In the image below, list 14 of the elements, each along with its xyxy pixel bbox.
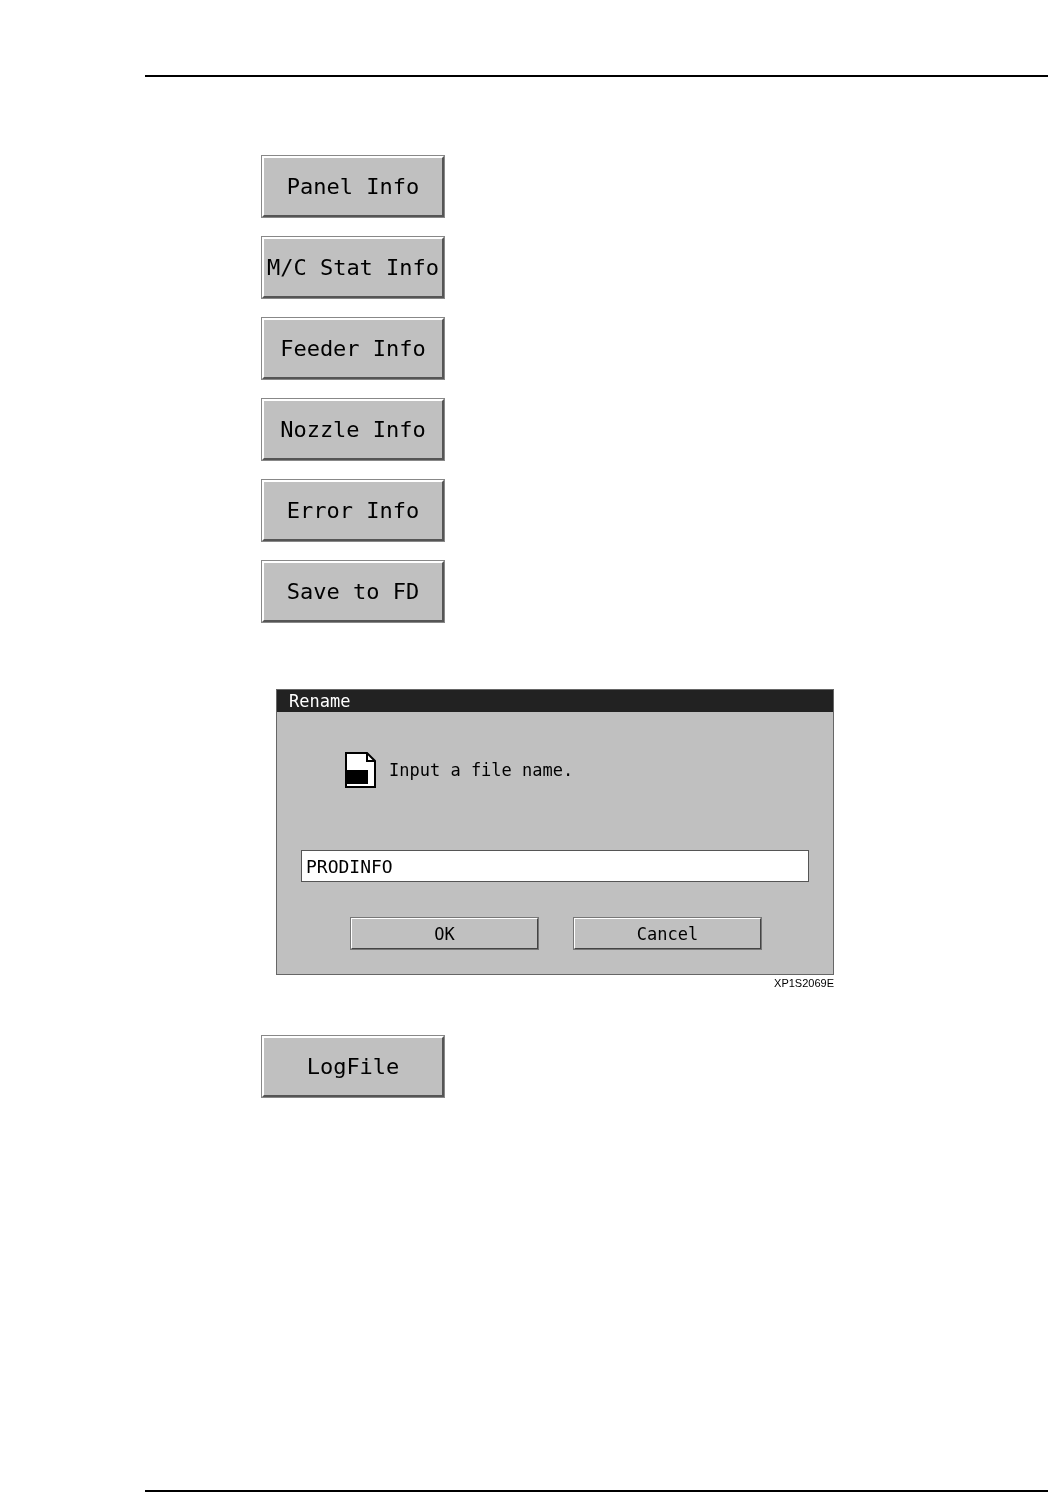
menu-button[interactable]: Save to FD	[262, 561, 444, 622]
figure-code: XP1S2069E	[774, 977, 834, 989]
dialog-button[interactable]: OK	[351, 918, 538, 949]
menu-button[interactable]: Error Info	[262, 480, 444, 541]
dialog-message: Input a file name.	[389, 760, 574, 780]
file-name-field[interactable]: PRODINFO	[301, 850, 809, 882]
menu-button[interactable]: M/C Stat Info	[262, 237, 444, 298]
file-icon	[343, 752, 377, 788]
menu-button[interactable]: Nozzle Info	[262, 399, 444, 460]
menu-button[interactable]: Panel Info	[262, 156, 444, 217]
menu-button[interactable]: Feeder Info	[262, 318, 444, 379]
log-file-button[interactable]: LogFile	[262, 1036, 444, 1097]
dialog-title: Rename	[277, 690, 833, 712]
dialog-button[interactable]: Cancel	[574, 918, 761, 949]
